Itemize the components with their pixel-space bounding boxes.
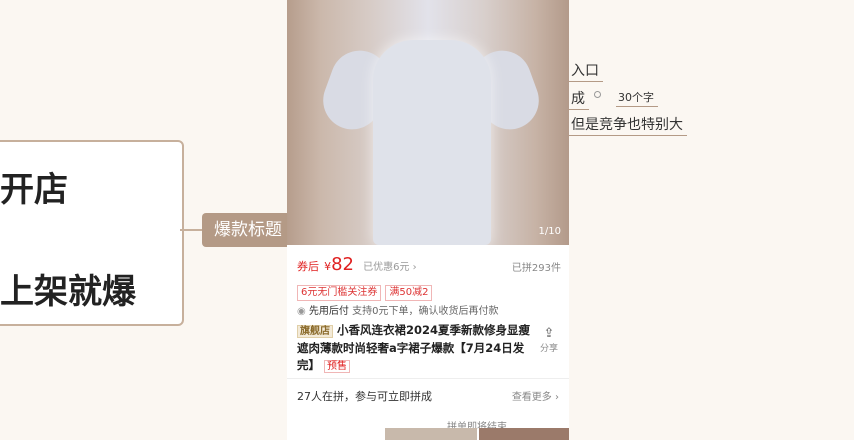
bottom-action-bar: 拼单即将结束 [287,418,569,440]
pay-later-row[interactable]: ◉ 先用后付 支持0元下单，确认收货后再付款 [297,302,498,317]
coupon-price-label: 券后 [297,260,319,273]
price-row: 券后 ¥82 已优惠6元 › 已拼293件 [297,254,561,275]
single-buy-button[interactable] [385,428,477,440]
product-page: 1/10 券后 ¥82 已优惠6元 › 已拼293件 6元无门槛关注券 满50减2… [287,0,569,440]
shield-icon: ◉ [297,306,306,317]
share-label: 分享 [539,344,558,354]
mindmap-leaf-1[interactable]: 入口 [569,60,603,82]
product-title-block: 旗舰店 小香风连衣裙2024夏季新款修身显瘦遮肉薄款时尚轻奢a字裙子爆款【7月2… [297,322,531,375]
sold-count: 已拼293件 [511,263,561,274]
section-divider [287,378,569,379]
product-image[interactable]: 1/10 [287,0,569,245]
group-buy-text: 27人在拼，参与可立即拼成 [297,390,432,403]
coupon-tags: 6元无门槛关注券 满50减2 [297,280,436,301]
share-button[interactable]: ⇪ 分享 [539,326,559,354]
flagship-badge: 旗舰店 [297,325,333,338]
mindmap-note: 30个字 [616,89,658,107]
image-counter: 1/10 [538,226,561,237]
discount-link[interactable]: 已优惠6元 › [363,262,417,273]
root-text-line1: 开店 [0,170,68,210]
coupon-tag-2[interactable]: 满50减2 [385,285,433,301]
view-more-link[interactable]: 查看更多 › [512,388,559,403]
coupon-tag-1[interactable]: 6元无门槛关注券 [297,285,382,301]
mindmap-root-node[interactable]: 开店 上架就爆 [0,140,184,326]
mindmap-connector [180,229,202,231]
pay-later-desc: 支持0元下单，确认收货后再付款 [352,306,499,317]
pay-later-label: 先用后付 [308,306,349,317]
share-icon: ⇪ [543,326,555,341]
mindmap-leaf-3[interactable]: 但是竞争也特别大 [569,114,687,136]
presale-badge: 预售 [324,360,351,373]
mindmap-leaf-2[interactable]: 成 [569,88,589,110]
dress-shape [373,40,491,245]
price-value: 82 [331,254,354,275]
mindmap-dot-icon [594,91,601,98]
root-text-line2: 上架就爆 [0,272,136,312]
group-buy-button[interactable] [479,428,569,440]
